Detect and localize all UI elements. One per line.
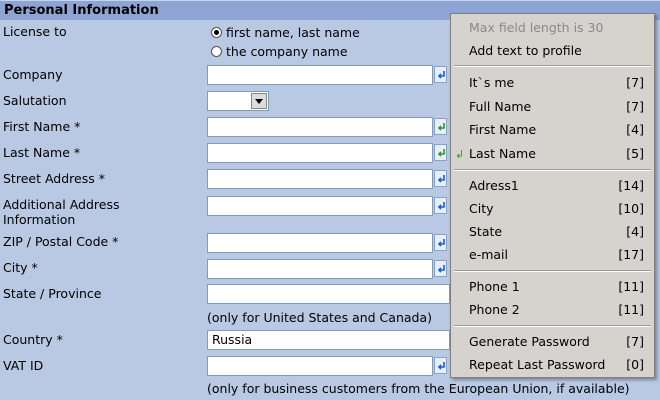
zip-input[interactable]: [207, 233, 433, 253]
street-input[interactable]: [207, 169, 433, 189]
additional-fill-button[interactable]: [434, 197, 447, 214]
radio-first-last[interactable]: first name, last name: [211, 25, 360, 41]
vat-label: VAT ID: [3, 358, 44, 373]
company-input[interactable]: [207, 65, 433, 85]
menu-item-generate-password[interactable]: Generate Password [7]: [451, 331, 654, 353]
country-label: Country *: [3, 332, 63, 347]
menu-item-email[interactable]: e-mail [17]: [451, 244, 654, 266]
additional-label-line2: Information: [3, 212, 76, 227]
first-name-input[interactable]: [207, 117, 433, 137]
menu-item-phone-2[interactable]: Phone 2 [11]: [451, 299, 654, 321]
menu-item-state[interactable]: State [4]: [451, 221, 654, 243]
green-arrow-icon: [437, 123, 445, 131]
street-label: Street Address *: [3, 171, 105, 186]
country-input[interactable]: Russia: [207, 330, 450, 350]
state-note: (only for United States and Canada): [207, 310, 432, 325]
last-name-input[interactable]: [207, 143, 433, 163]
last-name-fill-button[interactable]: [434, 144, 447, 161]
menu-separator: [454, 65, 651, 67]
vat-fill-button[interactable]: [434, 357, 447, 374]
menu-separator: [454, 270, 651, 272]
company-fill-button[interactable]: [434, 66, 447, 83]
menu-separator: [454, 325, 651, 327]
autofill-context-menu: Max field length is 30 Add text to profi…: [450, 13, 655, 378]
salutation-select[interactable]: [207, 91, 269, 111]
green-arrow-icon: [437, 149, 445, 157]
vat-input[interactable]: [207, 356, 433, 376]
radio-company-label: the company name: [226, 44, 348, 59]
menu-item-full-name[interactable]: Full Name [7]: [451, 96, 654, 118]
license-label: License to: [3, 24, 67, 39]
city-fill-button[interactable]: [434, 260, 447, 277]
additional-label-line1: Additional Address: [3, 197, 120, 212]
blue-arrow-icon: [437, 239, 445, 247]
menu-item-last-name[interactable]: ↲ Last Name [5]: [451, 143, 654, 165]
salutation-label: Salutation: [3, 93, 67, 108]
first-name-label: First Name *: [3, 119, 81, 134]
city-label: City *: [3, 260, 38, 275]
menu-item-repeat-last-password[interactable]: Repeat Last Password [0]: [451, 354, 654, 376]
company-label: Company: [3, 67, 63, 82]
chevron-down-icon[interactable]: [251, 93, 267, 109]
menu-item-its-me[interactable]: It`s me [7]: [451, 72, 654, 94]
menu-header: Max field length is 30: [469, 20, 604, 35]
green-arrow-icon: ↲: [455, 148, 465, 161]
menu-separator: [454, 169, 651, 171]
menu-item-first-name[interactable]: First Name [4]: [451, 119, 654, 141]
menu-item-add-text[interactable]: Add text to profile: [451, 40, 654, 62]
blue-arrow-icon: [437, 362, 445, 370]
last-name-label: Last Name *: [3, 145, 81, 160]
radio-company[interactable]: the company name: [211, 44, 348, 60]
state-label: State / Province: [3, 286, 102, 301]
vat-note: (only for business customers from the Eu…: [207, 381, 630, 396]
street-fill-button[interactable]: [434, 170, 447, 187]
menu-item-adress1[interactable]: Adress1 [14]: [451, 175, 654, 197]
radio-selected-icon[interactable]: [211, 27, 222, 38]
additional-input[interactable]: [207, 196, 433, 216]
state-input[interactable]: [207, 284, 450, 304]
first-name-fill-button[interactable]: [434, 118, 447, 135]
zip-fill-button[interactable]: [434, 234, 447, 251]
radio-first-last-label: first name, last name: [226, 25, 360, 40]
blue-arrow-icon: [437, 265, 445, 273]
section-title: Personal Information: [4, 3, 159, 18]
menu-item-phone-1[interactable]: Phone 1 [11]: [451, 276, 654, 298]
radio-unselected-icon[interactable]: [211, 46, 222, 57]
blue-arrow-icon: [437, 175, 445, 183]
zip-label: ZIP / Postal Code *: [3, 234, 119, 249]
blue-arrow-icon: [437, 71, 445, 79]
menu-item-city[interactable]: City [10]: [451, 198, 654, 220]
blue-arrow-icon: [437, 202, 445, 210]
city-input[interactable]: [207, 259, 433, 279]
